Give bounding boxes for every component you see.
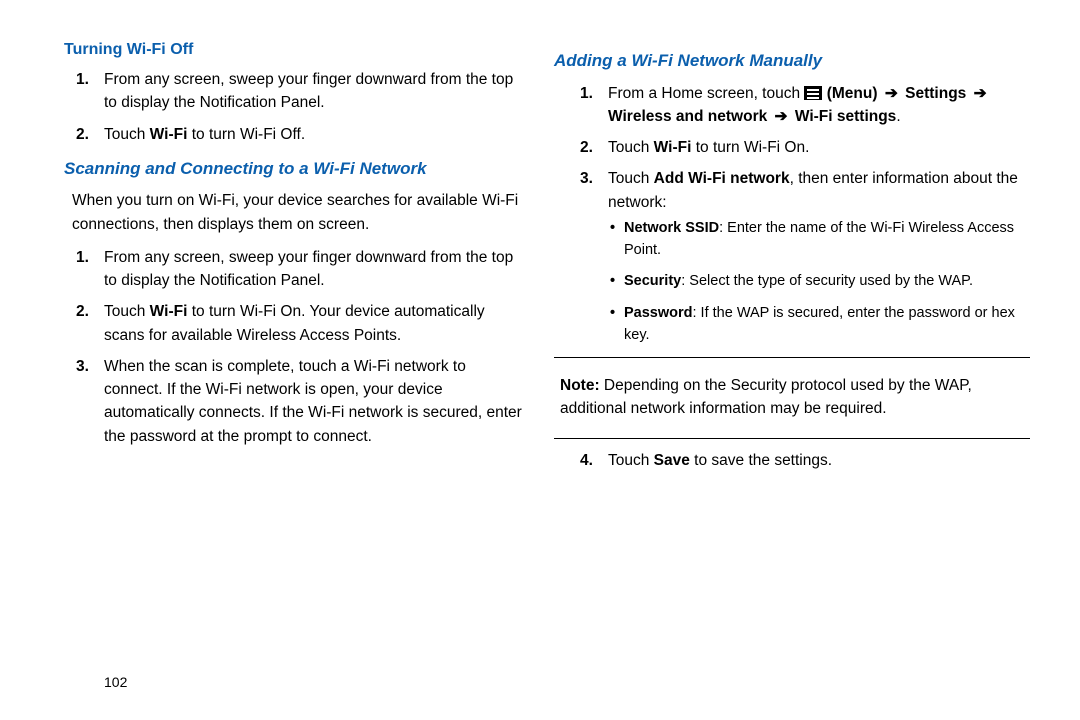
list-item: 3.Touch Add Wi-Fi network, then enter in… <box>608 167 1030 346</box>
left-column: Turning Wi-Fi Off 1.From any screen, swe… <box>50 38 526 700</box>
step-text: Touch Save to save the settings. <box>608 452 832 469</box>
bullet-item: Security: Select the type of security us… <box>624 271 1030 293</box>
bullet-item: Network SSID: Enter the name of the Wi-F… <box>624 218 1030 262</box>
arrow-icon: ➔ <box>885 85 898 102</box>
divider <box>554 438 1030 439</box>
step-text: Touch Add Wi-Fi network, then enter info… <box>608 170 1018 210</box>
menu-icon <box>804 86 822 100</box>
note-label: Note: <box>560 377 600 394</box>
heading-turning-wifi-off: Turning Wi-Fi Off <box>64 38 526 62</box>
page-number: 102 <box>104 674 127 690</box>
step-text: Touch Wi-Fi to turn Wi-Fi On. <box>608 139 809 156</box>
step-text: From a Home screen, touch (Menu) ➔ Setti… <box>608 85 990 125</box>
list-item: 3.When the scan is complete, touch a Wi-… <box>104 355 526 448</box>
list-item: 2.Touch Wi-Fi to turn Wi-Fi Off. <box>104 123 526 146</box>
steps-add-manual: 1. From a Home screen, touch (Menu) ➔ Se… <box>554 82 1030 347</box>
arrow-icon: ➔ <box>974 85 987 102</box>
arrow-icon: ➔ <box>775 108 788 125</box>
note-block: Note: Depending on the Security protocol… <box>554 368 1030 427</box>
list-item: 2.Touch Wi-Fi to turn Wi-Fi On. <box>608 136 1030 159</box>
note-text: Depending on the Security protocol used … <box>560 377 972 417</box>
list-item: 1.From any screen, sweep your finger dow… <box>104 68 526 115</box>
steps-turn-off: 1.From any screen, sweep your finger dow… <box>50 68 526 146</box>
step-text: When the scan is complete, touch a Wi-Fi… <box>104 358 522 445</box>
step-text: From any screen, sweep your finger downw… <box>104 71 513 111</box>
list-item: 2.Touch Wi-Fi to turn Wi-Fi On. Your dev… <box>104 300 526 347</box>
network-fields-list: Network SSID: Enter the name of the Wi-F… <box>608 218 1030 347</box>
list-item: 1.From any screen, sweep your finger dow… <box>104 246 526 293</box>
steps-save: 4.Touch Save to save the settings. <box>554 449 1030 472</box>
step-text: Touch Wi-Fi to turn Wi-Fi On. Your devic… <box>104 303 485 343</box>
divider <box>554 357 1030 358</box>
steps-scan-connect: 1.From any screen, sweep your finger dow… <box>50 246 526 448</box>
list-item: 1. From a Home screen, touch (Menu) ➔ Se… <box>608 82 1030 129</box>
step-text: From any screen, sweep your finger downw… <box>104 249 513 289</box>
heading-scanning-connecting: Scanning and Connecting to a Wi-Fi Netwo… <box>64 156 526 182</box>
bullet-item: Password: If the WAP is secured, enter t… <box>624 303 1030 347</box>
list-item: 4.Touch Save to save the settings. <box>608 449 1030 472</box>
manual-page: Turning Wi-Fi Off 1.From any screen, swe… <box>0 0 1080 720</box>
heading-adding-manually: Adding a Wi-Fi Network Manually <box>554 48 1030 74</box>
step-text: Touch Wi-Fi to turn Wi-Fi Off. <box>104 126 305 143</box>
right-column: Adding a Wi-Fi Network Manually 1. From … <box>554 38 1030 700</box>
intro-paragraph: When you turn on Wi-Fi, your device sear… <box>72 189 526 236</box>
